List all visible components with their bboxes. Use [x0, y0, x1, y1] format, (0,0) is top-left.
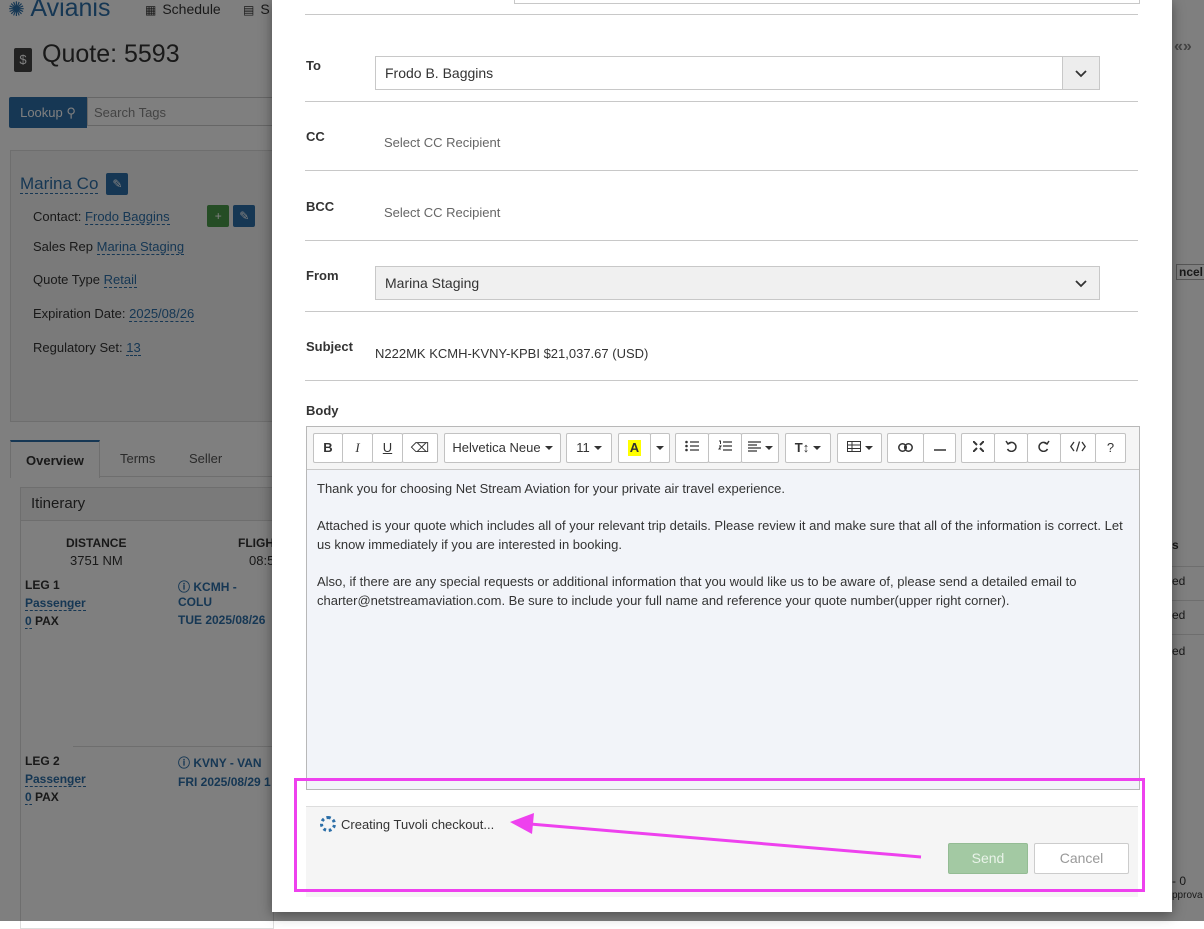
chevron-down-icon[interactable] [1062, 57, 1099, 89]
help-button[interactable]: ? [1095, 433, 1126, 463]
font-family-dropdown[interactable]: Helvetica Neue [444, 433, 561, 463]
from-select[interactable]: Marina Staging [375, 266, 1100, 300]
body-paragraph: Thank you for choosing Net Stream Aviati… [317, 481, 785, 496]
cc-label: CC [306, 129, 325, 144]
code-view-icon[interactable] [1060, 433, 1096, 463]
horizontal-rule-icon[interactable] [923, 433, 956, 463]
font-size-dropdown[interactable]: 11 [566, 433, 612, 463]
top-field-fragment [514, 0, 1140, 4]
caret-icon [864, 446, 873, 450]
caret-icon [813, 446, 822, 450]
modal-footer: Creating Tuvoli checkout... Send Cancel [306, 806, 1138, 897]
send-button[interactable]: Send [948, 843, 1028, 874]
status-message: Creating Tuvoli checkout... [320, 816, 494, 832]
divider [305, 311, 1138, 312]
size-label: 11 [576, 440, 590, 455]
subject-label: Subject [306, 339, 353, 354]
redo-icon[interactable] [1027, 433, 1061, 463]
bcc-input[interactable]: Select CC Recipient [384, 205, 500, 220]
caret-icon [544, 446, 553, 450]
divider [305, 14, 1138, 15]
status-text: Creating Tuvoli checkout... [341, 817, 495, 832]
from-label: From [306, 268, 339, 283]
cancel-button[interactable]: Cancel [1034, 843, 1129, 874]
body-label: Body [306, 403, 339, 418]
link-icon[interactable] [887, 433, 924, 463]
bcc-label: BCC [306, 199, 335, 214]
highlight-button[interactable]: A [618, 433, 651, 463]
align-dropdown[interactable] [741, 433, 779, 463]
body-content[interactable]: Thank you for choosing Net Stream Aviati… [317, 479, 1127, 628]
line-height-dropdown[interactable]: T↕ [785, 433, 831, 463]
highlight-dropdown[interactable] [650, 433, 670, 463]
from-value: Marina Staging [385, 275, 480, 291]
to-value: Frodo B. Baggins [385, 65, 494, 81]
body-editor[interactable]: B I U ⌫ Helvetica Neue 11 A T↕ ? Thank y… [306, 426, 1140, 790]
divider [305, 170, 1138, 171]
underline-button[interactable]: U [372, 433, 403, 463]
font-label: Helvetica Neue [452, 440, 541, 455]
to-label: To [306, 58, 321, 73]
bold-button[interactable]: B [313, 433, 343, 463]
eraser-icon[interactable]: ⌫ [402, 433, 438, 463]
editor-toolbar: B I U ⌫ Helvetica Neue 11 A T↕ ? [307, 427, 1139, 470]
caret-icon [593, 446, 602, 450]
spinner-icon [320, 816, 336, 832]
chevron-down-icon[interactable] [1075, 267, 1087, 299]
caret-icon [764, 446, 773, 450]
bullet-list-icon[interactable] [675, 433, 709, 463]
italic-button[interactable]: I [342, 433, 373, 463]
email-quote-modal: To Frodo B. Baggins CC Select CC Recipie… [272, 0, 1172, 912]
divider [305, 240, 1138, 241]
divider [305, 101, 1138, 102]
subject-value[interactable]: N222MK KCMH-KVNY-KPBI $21,037.67 (USD) [375, 346, 648, 361]
highlight-icon: A [627, 440, 642, 456]
fullscreen-icon[interactable] [961, 433, 995, 463]
caret-icon [656, 446, 664, 450]
body-paragraph: Attached is your quote which includes al… [317, 517, 1123, 553]
divider [305, 380, 1138, 381]
body-paragraph: Also, if there are any special requests … [317, 573, 1077, 609]
cc-input[interactable]: Select CC Recipient [384, 135, 500, 150]
table-icon [846, 441, 861, 452]
undo-icon[interactable] [994, 433, 1028, 463]
table-dropdown[interactable] [837, 433, 882, 463]
to-select[interactable]: Frodo B. Baggins [375, 56, 1100, 90]
line-height-icon: T↕ [794, 440, 810, 455]
align-left-icon [747, 441, 761, 452]
numbered-list-icon[interactable] [708, 433, 742, 463]
